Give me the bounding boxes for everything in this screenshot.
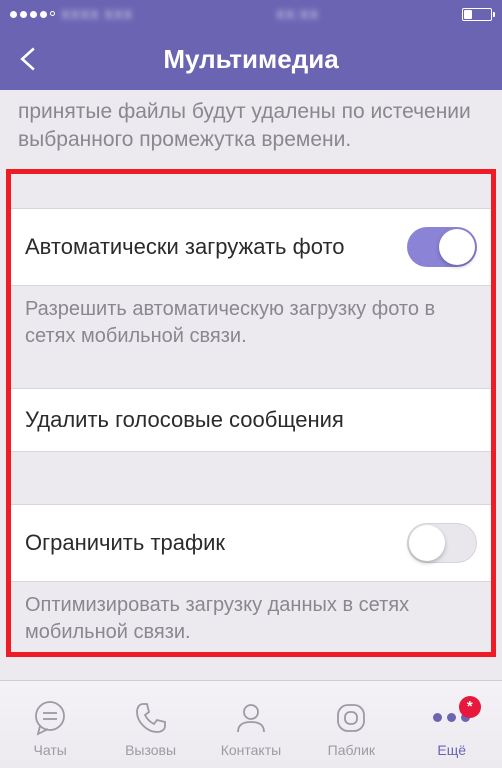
auto-download-photo-label: Автоматически загружать фото <box>25 234 345 260</box>
auto-download-photo-toggle[interactable] <box>407 227 477 267</box>
content-area: принятые файлы будут удалены по истечени… <box>0 90 502 680</box>
limit-traffic-footer: Оптимизировать загрузку данных в сетях м… <box>11 582 491 650</box>
delete-voice-messages-row[interactable]: Удалить голосовые сообщения <box>11 388 491 452</box>
limit-traffic-toggle[interactable] <box>407 523 477 563</box>
tab-chats[interactable]: Чаты <box>5 698 95 758</box>
tab-contacts-label: Контакты <box>221 742 281 758</box>
tab-public-label: Паблик <box>328 742 375 758</box>
notification-badge: * <box>459 696 481 718</box>
public-icon <box>331 698 371 738</box>
carrier-label: XXXX XXX <box>61 7 133 22</box>
delete-voice-messages-label: Удалить голосовые сообщения <box>25 407 344 433</box>
limit-traffic-label: Ограничить трафик <box>25 530 225 556</box>
chat-icon <box>30 698 70 738</box>
contacts-icon <box>231 698 271 738</box>
status-bar: XXXX XXX XX:XX <box>0 0 502 28</box>
highlight-box: Автоматически загружать фото Разрешить а… <box>6 169 496 657</box>
auto-download-photo-footer: Разрешить автоматическую загрузку фото в… <box>11 286 491 354</box>
tab-calls[interactable]: Вызовы <box>106 698 196 758</box>
tab-bar: Чаты Вызовы Контакты Паблик Ещё * <box>0 680 502 768</box>
tab-chats-label: Чаты <box>34 742 67 758</box>
navigation-bar: Мультимедиа <box>0 28 502 90</box>
section-description: принятые файлы будут удалены по истечени… <box>0 90 502 169</box>
tab-more[interactable]: Ещё * <box>407 698 497 758</box>
page-title: Мультимедиа <box>0 44 502 75</box>
tab-public[interactable]: Паблик <box>306 698 396 758</box>
tab-calls-label: Вызовы <box>125 742 176 758</box>
battery-icon <box>462 8 492 21</box>
phone-icon <box>131 698 171 738</box>
limit-traffic-row[interactable]: Ограничить трафик <box>11 504 491 582</box>
auto-download-photo-row[interactable]: Автоматически загружать фото <box>11 208 491 286</box>
tab-contacts[interactable]: Контакты <box>206 698 296 758</box>
back-button[interactable] <box>14 45 42 73</box>
tab-more-label: Ещё <box>437 742 466 758</box>
status-time: XX:XX <box>276 7 319 22</box>
signal-dots-icon <box>10 11 55 18</box>
